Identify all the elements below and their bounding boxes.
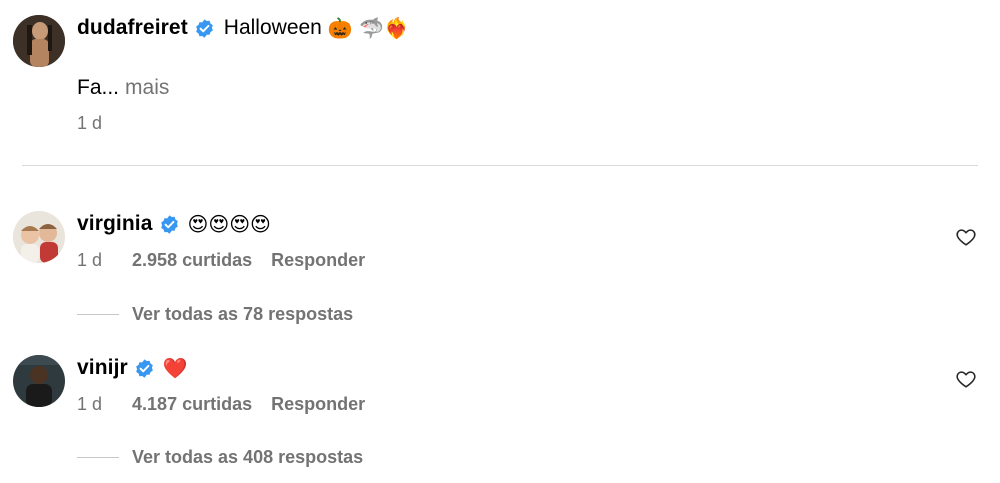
verified-badge-icon xyxy=(135,358,153,378)
more-link[interactable]: mais xyxy=(125,76,169,100)
verified-badge-icon xyxy=(195,18,213,38)
like-heart-icon[interactable] xyxy=(955,368,977,390)
reply-button[interactable]: Responder xyxy=(271,394,365,415)
verified-badge-icon xyxy=(160,214,178,234)
caption-text: Halloween xyxy=(223,16,322,39)
comment-time: 1 d xyxy=(77,250,103,270)
comment-avatar[interactable] xyxy=(13,355,65,407)
caption-avatar[interactable] xyxy=(13,15,65,67)
likes-count[interactable]: 2.958 curtidas xyxy=(132,250,252,271)
caption-emojis: 🎃 🦈❤️‍🔥 xyxy=(327,16,409,40)
caption-time: 1 d xyxy=(77,113,103,133)
caption-divider xyxy=(22,165,978,166)
comment-username[interactable]: vinijr xyxy=(77,356,128,380)
caption-username[interactable]: dudafreiret xyxy=(77,16,188,40)
like-heart-icon[interactable] xyxy=(955,226,977,248)
comment-time: 1 d xyxy=(77,394,103,414)
view-replies-button[interactable]: Ver todas as 78 respostas xyxy=(132,304,353,325)
likes-count[interactable]: 4.187 curtidas xyxy=(132,394,252,415)
reply-button[interactable]: Responder xyxy=(271,250,365,271)
avatar-image xyxy=(13,15,65,67)
comment-text: ❤️ xyxy=(162,356,188,380)
replies-line xyxy=(77,314,119,315)
comment-username[interactable]: virginia xyxy=(77,212,153,236)
avatar-image xyxy=(13,211,65,263)
replies-line xyxy=(77,457,119,458)
comment-avatar[interactable] xyxy=(13,211,65,263)
view-replies-button[interactable]: Ver todas as 408 respostas xyxy=(132,447,363,468)
caption-body: Fa... xyxy=(77,76,120,99)
comment-text: 😍😍😍😍 xyxy=(187,212,271,236)
avatar-image xyxy=(13,355,65,407)
